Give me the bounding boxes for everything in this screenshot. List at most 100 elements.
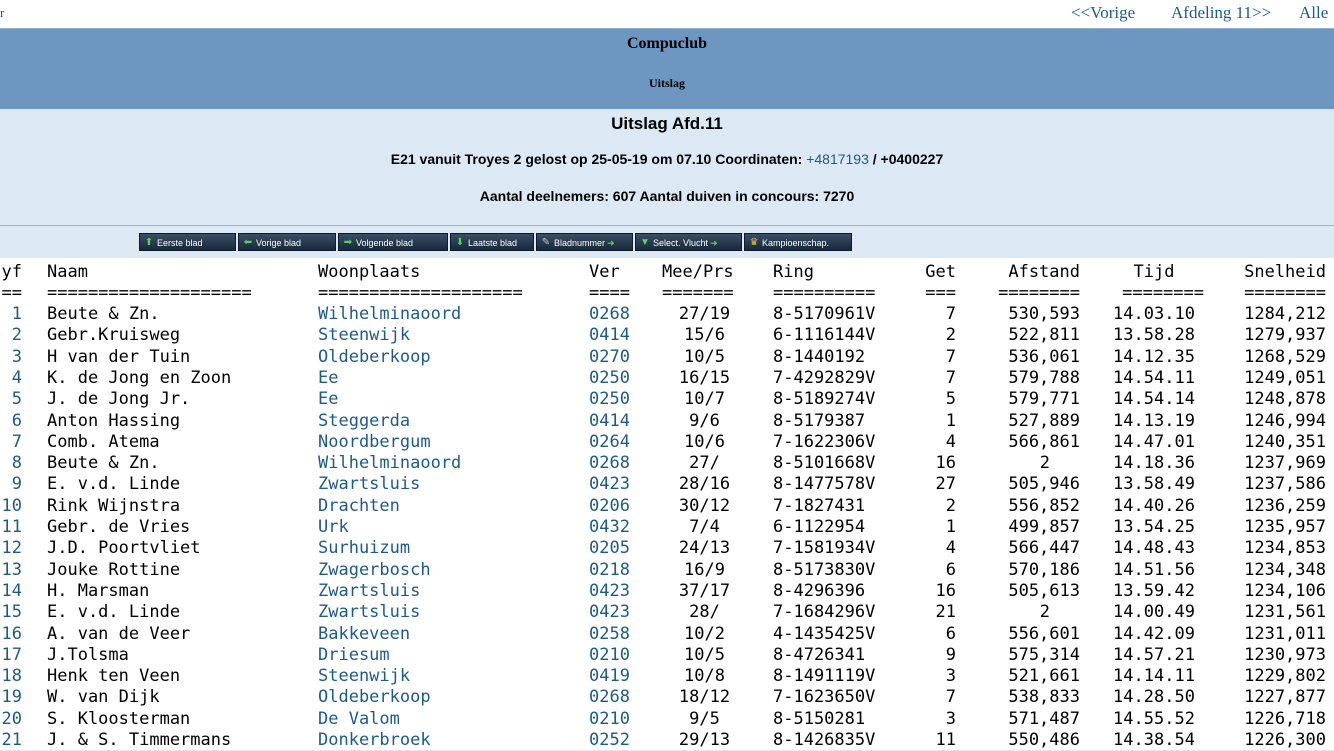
arrival-time: 14.48.43 [1113, 538, 1195, 559]
club-link[interactable]: 0250 [589, 368, 630, 389]
club-link[interactable]: 0268 [589, 687, 630, 708]
marked-count: 1 [945, 517, 956, 537]
next-division-link[interactable]: Afdeling 11>> [1171, 3, 1271, 23]
position-link[interactable]: 16 [0, 624, 22, 645]
place-link[interactable]: Driesum [318, 645, 390, 666]
position-link[interactable]: 11 [0, 517, 22, 538]
club-link[interactable]: 0270 [589, 347, 630, 368]
club-banner: Compuclub Uitslag [0, 28, 1334, 110]
select-flight-button[interactable]: ▼ Select. Vlucht ➜ [635, 233, 742, 251]
table-row: 16 A. van de Veer Bakkeveen 0258 10/2 4-14354… [0, 624, 1334, 645]
table-row: 14 H. Marsman Zwartsluis 0423 37/17 8-4296396… [0, 581, 1334, 602]
club-link[interactable]: 0205 [589, 538, 630, 559]
entries-prizes: 27/19 [678, 304, 731, 324]
all-divisions-link[interactable]: Alle [1299, 3, 1328, 23]
club-link[interactable]: 0423 [589, 581, 630, 602]
previous-division-link[interactable]: <<Vorige [1071, 3, 1135, 23]
club-link[interactable]: 0268 [589, 453, 630, 474]
position-link[interactable]: 20 [0, 709, 22, 730]
club-link[interactable]: 0423 [589, 474, 630, 495]
position-link[interactable]: 9 [0, 474, 22, 495]
place-link[interactable]: Ee [318, 389, 338, 410]
place-link[interactable]: Oldeberkoop [318, 687, 431, 708]
crown-icon: ♛ [749, 237, 759, 248]
next-page-button[interactable]: ➡ Volgende blad [338, 233, 448, 251]
position-link[interactable]: 1 [0, 304, 22, 325]
position-link[interactable]: 17 [0, 645, 22, 666]
column-header-ver: Ver [589, 262, 620, 282]
speed: 1231,561 [1244, 602, 1326, 623]
position-link[interactable]: 21 [0, 730, 22, 751]
position-link[interactable]: 8 [0, 453, 22, 474]
distance: 571,487 [1008, 708, 1080, 729]
club-link[interactable]: 0423 [589, 602, 630, 623]
position-link[interactable]: 13 [0, 560, 22, 581]
page-number-button[interactable]: ✎ Bladnummer ➜ [536, 233, 633, 251]
first-page-button[interactable]: ⬆ Eerste blad [139, 233, 236, 251]
ring-number: 7-1684296V [773, 602, 876, 623]
position-link[interactable]: 7 [0, 432, 22, 453]
position-link[interactable]: 5 [0, 389, 22, 410]
place-link[interactable]: Oldeberkoop [318, 347, 431, 368]
underline-pos: == [1, 283, 22, 303]
championship-button[interactable]: ♛ Kampioenschap. [744, 233, 852, 251]
distance: 2 [1039, 453, 1050, 474]
place-link[interactable]: Steggerda [318, 411, 410, 432]
place-link[interactable]: De Valom [318, 709, 400, 730]
club-link[interactable]: 0218 [589, 560, 630, 581]
last-page-button[interactable]: ⬇ Laatste blad [450, 233, 534, 251]
club-link[interactable]: 0419 [589, 666, 630, 687]
place-link[interactable]: Zwartsluis [318, 474, 420, 495]
position-link[interactable]: 10 [0, 496, 22, 517]
column-header-afstand: Afstand [1008, 262, 1080, 282]
marked-count: 9 [945, 644, 956, 665]
club-link[interactable]: 0210 [589, 645, 630, 666]
club-link[interactable]: 0250 [589, 389, 630, 410]
place-link[interactable]: Wilhelminaoord [318, 304, 461, 325]
entries-prizes: 18/12 [678, 687, 731, 708]
place-link[interactable]: Steenwijk [318, 666, 410, 687]
club-link[interactable]: 0432 [589, 517, 630, 538]
position-link[interactable]: 4 [0, 368, 22, 389]
position-link[interactable]: 14 [0, 581, 22, 602]
club-link[interactable]: 0258 [589, 624, 630, 645]
club-link[interactable]: 0206 [589, 496, 630, 517]
nav-left-link[interactable]: r [0, 5, 4, 21]
position-link[interactable]: 3 [0, 347, 22, 368]
place-link[interactable]: Zwartsluis [318, 581, 420, 602]
position-link[interactable]: 18 [0, 666, 22, 687]
place-link[interactable]: Bakkeveen [318, 624, 410, 645]
place-link[interactable]: Donkerbroek [318, 730, 431, 751]
position-link[interactable]: 6 [0, 411, 22, 432]
place-link[interactable]: Zwartsluis [318, 602, 420, 623]
flight-details: E21 vanuit Troyes 2 gelost op 25-05-19 o… [0, 151, 1334, 167]
club-link[interactable]: 0264 [589, 432, 630, 453]
place-link[interactable]: Drachten [318, 496, 400, 517]
position-link[interactable]: 19 [0, 687, 22, 708]
club-link[interactable]: 0210 [589, 709, 630, 730]
place-link[interactable]: Surhuizum [318, 538, 410, 559]
club-link[interactable]: 0252 [589, 730, 630, 751]
place-link[interactable]: Urk [318, 517, 349, 538]
previous-page-label: Vorige blad [256, 238, 302, 248]
table-row: 12 J.D. Poortvliet Surhuizum 0205 24/13 7-158… [0, 538, 1334, 559]
arrow-left-icon: ⬅ [243, 237, 253, 248]
place-link[interactable]: Zwagerbosch [318, 560, 431, 581]
place-link[interactable]: Ee [318, 368, 338, 389]
previous-page-button[interactable]: ⬅ Vorige blad [238, 233, 336, 251]
arrival-time: 14.28.50 [1113, 687, 1195, 708]
place-link[interactable]: Wilhelminaoord [318, 453, 461, 474]
column-header-pos: yf [1, 262, 22, 282]
fancier-name: Gebr. de Vries [47, 517, 191, 537]
position-link[interactable]: 15 [0, 602, 22, 623]
coordinates-link[interactable]: +4817193 [806, 151, 869, 167]
club-link[interactable]: 0414 [589, 325, 630, 346]
place-link[interactable]: Noordbergum [318, 432, 431, 453]
position-link[interactable]: 12 [0, 538, 22, 559]
club-link[interactable]: 0268 [589, 304, 630, 325]
place-link[interactable]: Steenwijk [318, 325, 410, 346]
entries-prizes: 28/ [689, 602, 720, 623]
position-link[interactable]: 2 [0, 325, 22, 346]
club-link[interactable]: 0414 [589, 411, 630, 432]
arrival-time: 14.13.19 [1113, 410, 1195, 431]
